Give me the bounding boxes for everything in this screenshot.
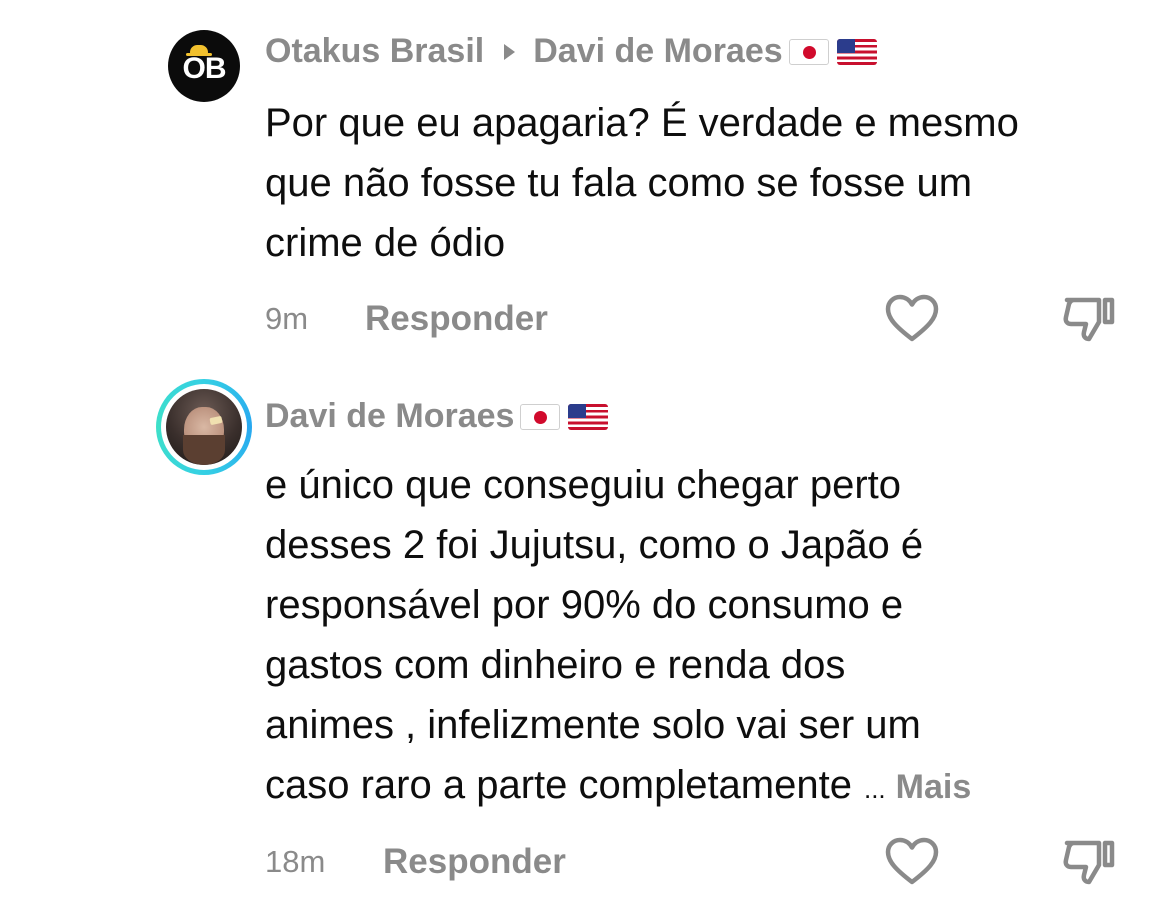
comment-header: Davi de Moraes (265, 397, 609, 436)
author-name[interactable]: Otakus Brasil (265, 32, 484, 71)
comment-footer: 9m Responder (265, 294, 1170, 344)
flag-badges (788, 38, 877, 65)
comment-text: Por que eu apagaria? É verdade e mesmo q… (265, 93, 1145, 273)
author-name[interactable]: Davi de Moraes (265, 397, 514, 436)
us-flag-icon (836, 38, 877, 65)
heart-icon[interactable] (885, 294, 939, 344)
comment-line: responsável por 90% do consumo e (265, 583, 904, 627)
timestamp: 9m (265, 301, 309, 336)
comment-line: crime de ódio (265, 221, 506, 265)
us-flag-icon (568, 403, 609, 430)
comment-line: gastos com dinheiro e renda dos (265, 643, 846, 687)
more-button[interactable]: Mais (896, 768, 972, 806)
avatar-beard (183, 435, 225, 465)
flag-badges (520, 403, 609, 430)
avatar[interactable]: OB (168, 30, 240, 102)
avatar-logo-text: OB (182, 52, 227, 85)
reply-arrow-icon (504, 43, 516, 60)
avatar-photo (166, 389, 242, 465)
comment-line: Por que eu apagaria? É verdade e mesmo (265, 101, 1019, 145)
comment-header: Otakus Brasil Davi de Moraes (265, 32, 877, 71)
comment-footer: 18m Responder (265, 837, 1170, 887)
comment-line: e único que conseguiu chegar perto (265, 463, 902, 507)
reply-button[interactable]: Responder (365, 299, 548, 339)
reply-button[interactable]: Responder (383, 842, 566, 882)
comment-text: e único que conseguiu chegar perto desse… (265, 455, 1145, 819)
ellipsis: ... (863, 774, 886, 804)
dislike-icon[interactable] (1061, 294, 1117, 344)
timestamp: 18m (265, 844, 326, 879)
comment-line: que não fosse tu fala como se fosse um (265, 161, 973, 205)
comment-otakus-brasil: OB Otakus Brasil Davi de Moraes Por que … (0, 0, 1170, 360)
comment-davi-de-moraes: Davi de Moraes e único que conseguiu che… (0, 370, 1170, 913)
japan-flag-icon (520, 403, 561, 430)
avatar[interactable] (156, 379, 252, 475)
reply-to-name[interactable]: Davi de Moraes (533, 32, 782, 71)
avatar-ring-gap (161, 384, 247, 470)
dislike-icon[interactable] (1061, 837, 1117, 887)
comment-line-text: caso raro a parte completamente (265, 763, 852, 807)
heart-icon[interactable] (885, 837, 939, 887)
comment-line-last: caso raro a parte completamente... Mais (265, 755, 1145, 819)
comment-line: desses 2 foi Jujutsu, como o Japão é (265, 523, 924, 567)
comment-line: animes , infelizmente solo vai ser um (265, 703, 921, 747)
japan-flag-icon (788, 38, 829, 65)
